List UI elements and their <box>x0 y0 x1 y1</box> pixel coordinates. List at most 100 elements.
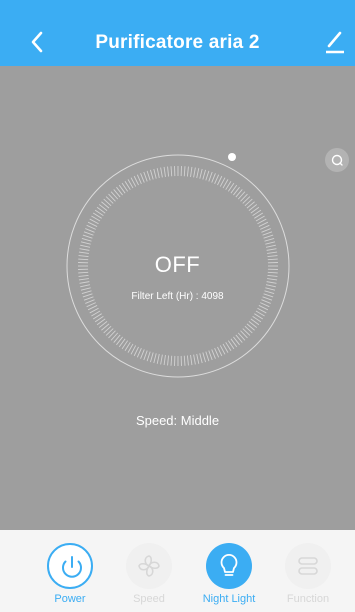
dial-tick <box>265 287 276 291</box>
dial-tick <box>265 244 276 248</box>
dial-tick <box>217 175 223 186</box>
light-bulb-icon <box>220 554 238 576</box>
dial-tick <box>86 302 96 308</box>
function-button-circle <box>285 543 331 589</box>
dial-tick <box>202 352 206 363</box>
dial-tick <box>167 355 170 366</box>
dial-tick <box>260 224 270 230</box>
dial-tick <box>79 281 90 284</box>
dial-tick <box>83 231 94 236</box>
edit-button[interactable] <box>323 29 347 55</box>
speed-status: Speed: Middle <box>135 413 220 428</box>
dial-tick <box>262 231 273 236</box>
dial-tick <box>80 241 91 245</box>
dial-tick <box>167 166 170 177</box>
dial-tick <box>190 166 193 177</box>
dial-tick <box>261 228 271 233</box>
dial-tick <box>260 302 270 308</box>
night-light-button-label: Night Light <box>202 593 256 605</box>
dial-tick <box>208 171 213 182</box>
dial-tick <box>214 348 220 358</box>
dial-indicator <box>228 153 236 161</box>
timer-icon <box>331 154 343 166</box>
dial-tick <box>143 171 148 182</box>
dial-tick <box>153 168 157 179</box>
dial-tick <box>265 284 276 288</box>
pencil-icon <box>326 31 344 54</box>
dial-tick <box>264 238 275 242</box>
dial-tick <box>86 224 96 230</box>
dial-tick <box>140 173 145 183</box>
power-icon <box>62 556 82 578</box>
dial-tick <box>146 351 151 362</box>
speed-button-circle <box>126 543 172 589</box>
fan-icon <box>138 555 160 577</box>
dial-tick <box>199 168 203 179</box>
dial-tick <box>140 349 145 359</box>
filter-life: Filter Left (Hr) : 4098 <box>131 291 224 302</box>
device-panel: OFF Filter Left (Hr) : 4098 Speed: Middl… <box>0 66 355 530</box>
dial-tick <box>186 166 189 177</box>
dial-tick <box>156 168 160 179</box>
power-button-circle <box>47 543 93 589</box>
dial-tick <box>267 278 278 281</box>
dial-tick <box>170 355 173 366</box>
power-status: OFF <box>154 252 201 277</box>
dial-tick <box>87 221 98 227</box>
dial-tick <box>193 354 196 365</box>
dial-tick <box>190 355 193 366</box>
night-light-button-circle <box>206 543 252 589</box>
dial-tick <box>208 350 213 361</box>
header-bar: Purificatore aria 2 <box>0 0 355 66</box>
dial-tick <box>266 248 277 251</box>
dial-tick <box>146 170 151 181</box>
dial-tick <box>81 238 92 242</box>
timer-button[interactable] <box>325 148 349 172</box>
dial-tick <box>82 234 93 239</box>
speed-button[interactable]: Speed <box>109 543 189 609</box>
dial-tick <box>150 169 154 180</box>
dial-tick <box>136 174 142 184</box>
dial-tick <box>136 348 142 358</box>
dial-tick <box>196 168 200 179</box>
dial-tick <box>133 175 139 186</box>
dial-tick <box>78 278 89 281</box>
dial-tick <box>163 355 166 366</box>
dial-tick <box>263 234 274 239</box>
dial-tick <box>153 353 157 364</box>
dial-tick <box>150 352 154 363</box>
dial-tick <box>214 174 220 184</box>
dial-tick <box>186 355 189 366</box>
function-button[interactable]: Function <box>268 543 348 609</box>
control-bar: Power Speed Night Light Function <box>0 530 355 612</box>
dial-tick <box>211 349 216 359</box>
dial-tick <box>266 281 277 284</box>
dial-tick <box>258 221 269 227</box>
dial-tick <box>80 287 91 291</box>
dial-tick <box>133 346 139 357</box>
page-title: Purificatore aria 2 <box>95 32 260 53</box>
dial-tick <box>85 228 95 233</box>
dial-tick <box>80 244 91 248</box>
dial-tick <box>170 166 173 177</box>
dial-tick <box>80 284 91 288</box>
function-button-label: Function <box>286 593 330 605</box>
dial-tick <box>217 346 223 357</box>
power-button[interactable]: Power <box>30 543 110 609</box>
dial-tick <box>160 354 163 365</box>
dial-tick <box>193 167 196 178</box>
dial-tick <box>205 351 210 362</box>
function-icon <box>298 557 318 575</box>
dial-tick <box>79 248 90 251</box>
dial-tick <box>87 305 98 311</box>
speed-button-label: Speed <box>133 593 165 605</box>
dial-tick <box>199 353 203 364</box>
power-button-label: Power <box>54 593 86 605</box>
dial-tick <box>205 170 210 181</box>
dial-tick <box>196 353 200 364</box>
dial-tick <box>183 166 186 177</box>
night-light-button[interactable]: Night Light <box>189 543 269 609</box>
dial-tick <box>258 305 269 311</box>
dial-tick <box>143 350 148 361</box>
dial-tick <box>265 241 276 245</box>
